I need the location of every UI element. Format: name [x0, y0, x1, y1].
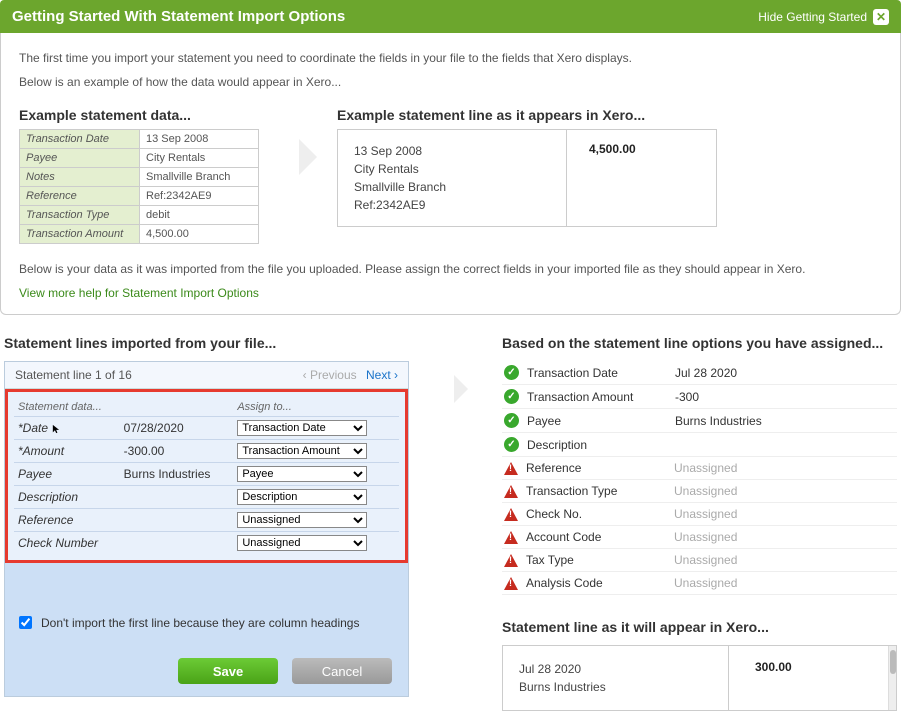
row-value: 07/28/2020	[120, 417, 234, 440]
statement-panel: Statement line 1 of 16 ‹ Previous Next ›…	[4, 361, 409, 697]
xero-notes: Smallville Branch	[354, 178, 550, 196]
arrow-icon	[454, 375, 468, 403]
example-left-title: Example statement data...	[19, 107, 279, 123]
save-button[interactable]: Save	[178, 658, 278, 684]
appear-date: Jul 28 2020	[519, 660, 712, 678]
check-icon: ✓	[504, 437, 519, 452]
warning-icon	[504, 485, 518, 498]
statement-body: Statement data... Assign to... *Date 07/…	[5, 389, 408, 563]
row-value	[120, 509, 234, 532]
statement-header: Statement line 1 of 16 ‹ Previous Next ›	[5, 362, 408, 389]
appear-amount: 300.00	[728, 646, 888, 710]
xero-date: 13 Sep 2008	[354, 142, 550, 160]
ex-value: debit	[140, 206, 259, 225]
hide-label: Hide Getting Started	[758, 10, 867, 24]
ex-label: Notes	[20, 168, 140, 187]
ex-label: Payee	[20, 149, 140, 168]
row-value	[120, 486, 234, 509]
warning-icon	[504, 462, 518, 475]
intro-paragraph-1: The first time you import your statement…	[19, 51, 882, 65]
assignment-summary-list: ✓Transaction DateJul 28 2020 ✓Transactio…	[502, 361, 897, 595]
assign-select-reference[interactable]: Unassigned	[237, 512, 367, 528]
assign-select-payee[interactable]: Payee	[237, 466, 367, 482]
cursor-icon	[52, 424, 62, 434]
scrollbar[interactable]	[888, 646, 896, 710]
xero-amount: 4,500.00	[566, 130, 716, 226]
skip-first-line-checkbox[interactable]	[19, 616, 32, 629]
intro-paragraph-3: Below is your data as it was imported fr…	[19, 262, 882, 276]
right-section-title: Based on the statement line options you …	[502, 335, 897, 351]
col-statement-data: Statement data...	[14, 398, 233, 417]
banner-title: Getting Started With Statement Import Op…	[12, 8, 345, 25]
skip-first-line-label[interactable]: Don't import the first line because they…	[15, 613, 398, 632]
example-row: Example statement data... Transaction Da…	[19, 99, 882, 244]
xero-example-box: 13 Sep 2008 City Rentals Smallville Bran…	[337, 129, 717, 227]
statement-footer: Don't import the first line because they…	[5, 563, 408, 646]
example-right-title: Example statement line as it appears in …	[337, 107, 717, 123]
xero-payee: City Rentals	[354, 160, 550, 178]
ex-label: Transaction Date	[20, 130, 140, 149]
statement-line-info: Statement line 1 of 16	[15, 368, 132, 382]
check-icon: ✓	[504, 365, 519, 380]
ex-value: 13 Sep 2008	[140, 130, 259, 149]
row-label: *Amount	[14, 440, 120, 463]
getting-started-panel: The first time you import your statement…	[0, 33, 901, 315]
ex-value: City Rentals	[140, 149, 259, 168]
ex-label: Reference	[20, 187, 140, 206]
xero-ref: Ref:2342AE9	[354, 196, 550, 214]
close-icon[interactable]: ✕	[873, 9, 889, 25]
next-link[interactable]: Next ›	[366, 368, 398, 382]
warning-icon	[504, 508, 518, 521]
appear-title: Statement line as it will appear in Xero…	[502, 619, 897, 635]
scrollbar-thumb[interactable]	[890, 650, 896, 674]
ex-value: Ref:2342AE9	[140, 187, 259, 206]
row-value: Burns Industries	[120, 463, 234, 486]
assign-select-amount[interactable]: Transaction Amount	[237, 443, 367, 459]
help-link[interactable]: View more help for Statement Import Opti…	[19, 286, 259, 300]
hide-getting-started-button[interactable]: Hide Getting Started ✕	[758, 9, 889, 25]
row-value	[120, 532, 234, 555]
row-label: Check Number	[14, 532, 120, 555]
getting-started-banner: Getting Started With Statement Import Op…	[0, 0, 901, 33]
cancel-button[interactable]: Cancel	[292, 658, 392, 684]
row-label: Reference	[14, 509, 120, 532]
row-label: *Date	[14, 417, 120, 440]
ex-label: Transaction Type	[20, 206, 140, 225]
intro-paragraph-2: Below is an example of how the data woul…	[19, 75, 882, 89]
appear-payee: Burns Industries	[519, 678, 712, 696]
check-icon: ✓	[504, 413, 519, 428]
warning-icon	[504, 554, 518, 567]
appear-box: Jul 28 2020 Burns Industries 300.00	[502, 645, 897, 711]
row-label: Payee	[14, 463, 120, 486]
row-value: -300.00	[120, 440, 234, 463]
left-section-title: Statement lines imported from your file.…	[4, 335, 424, 351]
row-label: Description	[14, 486, 120, 509]
check-icon: ✓	[504, 389, 519, 404]
ex-value: Smallville Branch	[140, 168, 259, 187]
warning-icon	[504, 577, 518, 590]
example-statement-table: Transaction Date13 Sep 2008 PayeeCity Re…	[19, 129, 259, 244]
warning-icon	[504, 531, 518, 544]
col-assign-to: Assign to...	[233, 398, 399, 417]
arrow-icon	[299, 139, 317, 175]
ex-label: Transaction Amount	[20, 225, 140, 244]
assign-select-date[interactable]: Transaction Date	[237, 420, 367, 436]
prev-link[interactable]: ‹ Previous	[303, 368, 357, 382]
assign-select-check[interactable]: Unassigned	[237, 535, 367, 551]
ex-value: 4,500.00	[140, 225, 259, 244]
assign-select-description[interactable]: Description	[237, 489, 367, 505]
